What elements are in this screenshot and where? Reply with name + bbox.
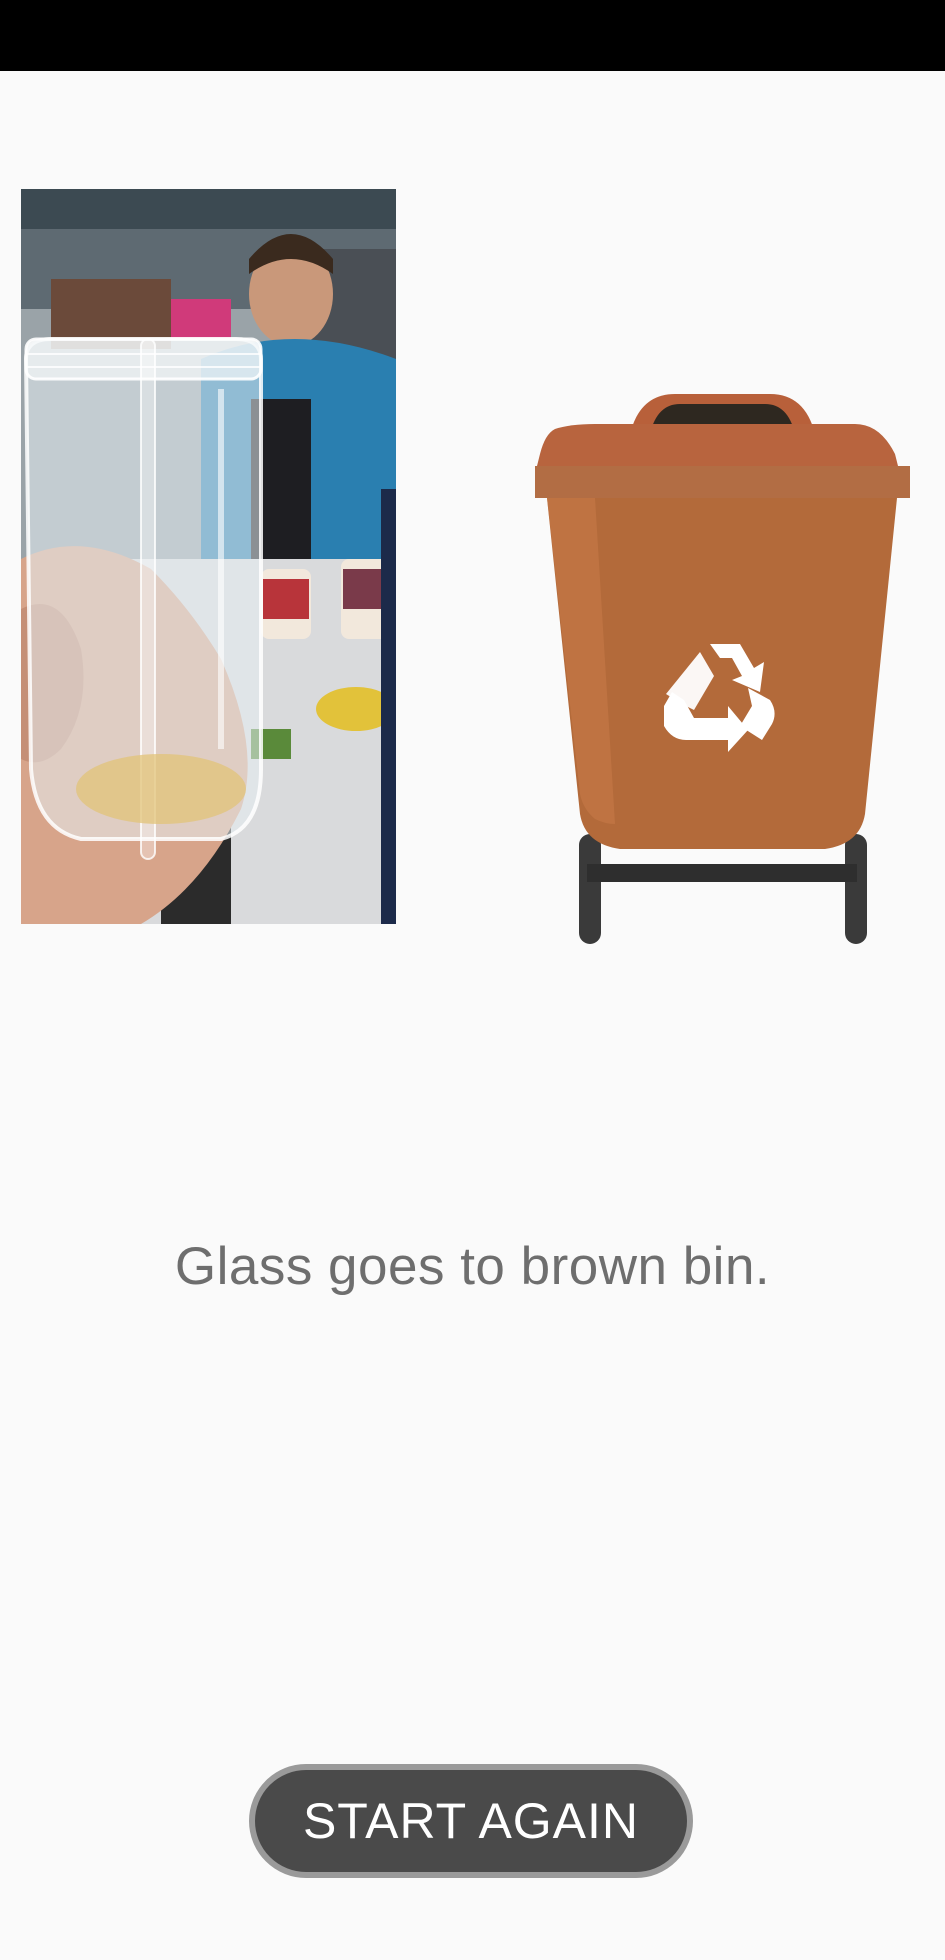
result-screen: Glass goes to brown bin. START AGAIN	[0, 71, 945, 1960]
brown-bin-image	[535, 394, 910, 954]
result-message: Glass goes to brown bin.	[174, 1237, 771, 1296]
start-again-button[interactable]: START AGAIN	[249, 1764, 693, 1878]
status-bar	[0, 0, 945, 71]
captured-photo	[21, 189, 396, 924]
